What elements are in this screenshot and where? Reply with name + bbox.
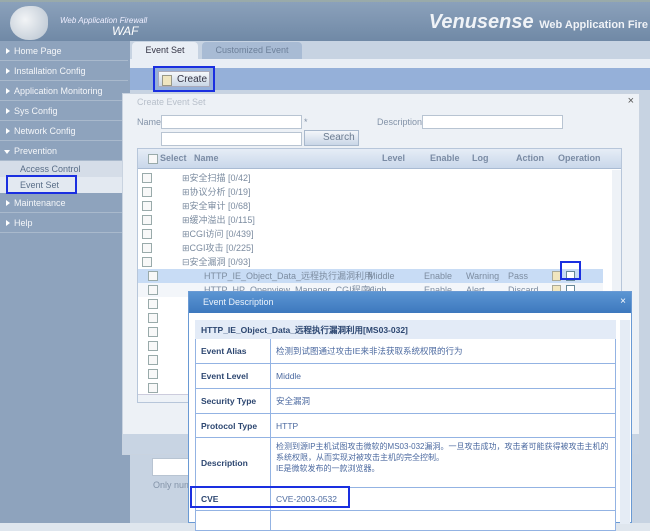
description-label: Description	[377, 117, 423, 127]
group-row[interactable]: ⊞CGI访问 [0/439]	[138, 227, 603, 241]
sidebar-item-installation[interactable]: Installation Config	[0, 62, 128, 81]
group-row[interactable]: ⊞CGI攻击 [0/225]	[138, 241, 603, 255]
dialog-titlebar: Event Description	[189, 292, 631, 313]
col-log[interactable]: Log	[472, 153, 489, 163]
select-all-checkbox[interactable]	[148, 154, 158, 164]
vertical-scrollbar[interactable]	[620, 320, 630, 524]
footer-hint: Only num	[153, 480, 192, 490]
tab-customized-event[interactable]: Customized Event	[202, 42, 302, 59]
group-row[interactable]: ⊞协议分析 [0/19]	[138, 185, 603, 199]
dialog-title: Create Event Set	[137, 97, 206, 107]
row-checkbox[interactable]	[148, 341, 158, 351]
field-key: Protocol Type	[195, 413, 271, 438]
event-heading: HTTP_IE_Object_Data_远程执行漏洞利用[MS03-032]	[195, 320, 616, 339]
event-description-dialog: Event Description × HTTP_IE_Object_Data_…	[188, 291, 632, 531]
group-name[interactable]: ⊞协议分析 [0/19]	[182, 185, 251, 199]
field-key: Security Type	[195, 388, 271, 414]
row-checkbox[interactable]	[148, 313, 158, 323]
brand-title: Venusense Web Application Fire	[429, 11, 648, 34]
sidebar-item-app-monitoring[interactable]: Application Monitoring	[0, 82, 128, 101]
close-icon[interactable]: ×	[628, 95, 634, 107]
col-name[interactable]: Name	[194, 153, 219, 163]
event-log: Warning	[466, 271, 500, 281]
field-value: 安全漏洞	[270, 388, 616, 414]
table-row[interactable]: HTTP_IE_Object_Data_远程执行漏洞利用 Middle Enable…	[138, 269, 603, 283]
row-checkbox[interactable]	[142, 257, 152, 267]
group-name[interactable]: ⊞安全扫描 [0/42]	[182, 171, 251, 185]
col-enable[interactable]: Enable	[430, 153, 460, 163]
required-mark: *	[304, 117, 308, 127]
event-action: Pass	[508, 271, 529, 281]
field-value: 检测到源IP主机试图攻击微软的MS03-032漏洞。一旦攻击成功，攻击者可能获得…	[270, 437, 616, 488]
group-name[interactable]: ⊞缓冲溢出 [0/115]	[182, 213, 255, 227]
field-key: Description	[195, 437, 271, 488]
field-value: HTTP	[270, 413, 616, 438]
row-checkbox[interactable]	[148, 355, 158, 365]
group-name[interactable]: ⊞安全审计 [0/68]	[182, 199, 251, 213]
app-header: Web Application Firewall WAF Venusense W…	[0, 0, 650, 41]
event-enable: Enable	[424, 271, 453, 281]
field-value: Middle	[270, 363, 616, 389]
group-row[interactable]: ⊞安全扫描 [0/42]	[138, 171, 603, 185]
field-key: Event Level	[195, 363, 271, 389]
search-label: Search	[323, 132, 355, 143]
brand-suffix: Web Application Fire	[539, 19, 648, 31]
create-label: Create	[177, 74, 208, 85]
field-key	[195, 510, 271, 531]
row-checkbox[interactable]	[148, 299, 158, 309]
field-key: Event Alias	[195, 338, 271, 364]
row-checkbox[interactable]	[142, 215, 152, 225]
row-checkbox[interactable]	[148, 327, 158, 337]
brand-name: Venusense	[428, 11, 534, 33]
col-level[interactable]: Level	[382, 153, 405, 163]
group-name[interactable]: ⊟安全漏洞 [0/93]	[182, 255, 251, 269]
row-checkbox[interactable]	[148, 369, 158, 379]
row-checkbox[interactable]	[148, 383, 158, 393]
col-select[interactable]: Select	[160, 153, 187, 163]
create-button[interactable]: Create	[153, 66, 215, 92]
highlight-box	[190, 486, 350, 508]
event-level: Middle	[368, 271, 395, 281]
sidebar: Home Page Installation Config Applicatio…	[0, 41, 130, 523]
search-button[interactable]: Search	[304, 130, 359, 146]
group-row[interactable]: ⊟安全漏洞 [0/93]	[138, 255, 603, 269]
row-checkbox[interactable]	[142, 187, 152, 197]
search-input[interactable]	[161, 132, 302, 146]
field-value: 检测到试图通过攻击IE来非法获取系统权限的行为	[270, 338, 616, 364]
grid-header: Select Name Level Enable Log Action Oper…	[138, 149, 621, 169]
create-icon	[162, 75, 172, 86]
row-checkbox[interactable]	[148, 271, 158, 281]
row-checkbox[interactable]	[148, 285, 158, 295]
number-input[interactable]	[152, 458, 192, 476]
tab-event-set[interactable]: Event Set	[132, 42, 198, 59]
row-checkbox[interactable]	[142, 243, 152, 253]
close-icon[interactable]: ×	[620, 296, 626, 307]
event-name: HTTP_IE_Object_Data_远程执行漏洞利用	[204, 271, 374, 281]
sidebar-item-network-config[interactable]: Network Config	[0, 122, 128, 141]
group-name[interactable]: ⊞CGI访问 [0/439]	[182, 227, 254, 241]
col-operation[interactable]: Operation	[558, 153, 601, 163]
group-name[interactable]: ⊞CGI攻击 [0/225]	[182, 241, 254, 255]
group-row[interactable]: ⊞安全审计 [0/68]	[138, 199, 603, 213]
name-input[interactable]	[161, 115, 302, 129]
sidebar-item-maintenance[interactable]: Maintenance	[0, 194, 128, 213]
col-action[interactable]: Action	[516, 153, 544, 163]
highlight-box	[560, 261, 581, 280]
sidebar-item-prevention[interactable]: Prevention	[0, 142, 128, 161]
name-label: Name	[137, 117, 162, 127]
sidebar-item-sys-config[interactable]: Sys Config	[0, 102, 128, 121]
logo-icon	[10, 6, 48, 40]
header-product: WAF	[112, 24, 139, 38]
row-checkbox[interactable]	[142, 201, 152, 211]
row-checkbox[interactable]	[142, 173, 152, 183]
field-value	[270, 510, 616, 531]
sidebar-item-home[interactable]: Home Page	[0, 42, 128, 61]
row-checkbox[interactable]	[142, 229, 152, 239]
description-input[interactable]	[422, 115, 563, 129]
sidebar-item-help[interactable]: Help	[0, 214, 128, 233]
highlight-box	[6, 175, 77, 194]
group-row[interactable]: ⊞缓冲溢出 [0/115]	[138, 213, 603, 227]
